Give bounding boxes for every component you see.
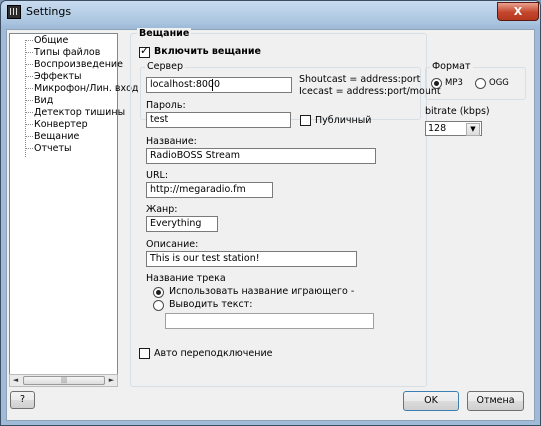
tree-connector (25, 136, 33, 137)
name-input[interactable]: RadioBOSS Stream (146, 148, 376, 164)
app-icon (7, 5, 21, 19)
use-playing-title-radio[interactable] (153, 287, 164, 298)
enable-broadcast-checkbox[interactable] (139, 44, 150, 58)
server-input[interactable]: localhost:8000 (146, 77, 292, 93)
shoutcast-hint: Shoutcast = address:port (299, 74, 421, 85)
genre-input[interactable]: Everything (146, 216, 218, 232)
auto-reconnect-label: Авто переподключение (154, 348, 273, 359)
scroll-left-arrow-icon[interactable]: ◄ (11, 376, 20, 385)
tree-connector (25, 112, 33, 113)
bitrate-select[interactable]: 128 ▼ (425, 121, 482, 136)
format-ogg-label: OGG (489, 78, 509, 88)
sidebar-item-converter[interactable]: Конвертер (34, 119, 88, 131)
sidebar-item-general[interactable]: Общие (34, 35, 68, 47)
tree-connector (25, 88, 33, 89)
custom-text-label: Выводить текст: (169, 299, 253, 310)
title-bar: Settings X (1, 1, 539, 23)
window-title: Settings (26, 5, 72, 18)
format-ogg-radio[interactable] (475, 78, 486, 89)
bitrate-value: 128 (428, 123, 447, 134)
custom-text-radio[interactable] (153, 300, 164, 311)
enable-broadcast-label: Включить вещание (154, 46, 261, 57)
sidebar-item-view[interactable]: Вид (34, 95, 53, 107)
password-label: Пароль: (146, 100, 186, 111)
format-mp3-label: MP3 (445, 78, 463, 88)
chevron-down-icon[interactable]: ▼ (466, 123, 480, 136)
sidebar-item-file-types[interactable]: Типы файлов (34, 47, 100, 59)
track-title-label: Название трека (146, 273, 226, 284)
format-mp3-radio[interactable] (431, 78, 442, 89)
ok-button[interactable]: OK (403, 391, 459, 411)
tree-connector (25, 64, 33, 65)
cancel-button[interactable]: Отмена (467, 391, 524, 411)
sidebar-item-effects[interactable]: Эффекты (34, 71, 82, 83)
description-label: Описание: (146, 239, 199, 250)
help-button[interactable]: ? (10, 391, 35, 409)
sidebar-item-microphone[interactable]: Микрофон/Лин. вход (34, 83, 138, 95)
sidebar-item-playback[interactable]: Воспроизведение (34, 59, 123, 71)
tree-connector (25, 76, 33, 77)
tree-connector (25, 100, 33, 101)
public-label: Публичный (315, 115, 372, 126)
sidebar-item-broadcast[interactable]: Вещание (34, 131, 79, 143)
scroll-right-arrow-icon[interactable]: ► (107, 376, 116, 385)
server-group-title: Сервер (145, 61, 185, 72)
password-input[interactable]: test (146, 112, 291, 128)
tree-connector-line (25, 40, 26, 157)
url-input[interactable]: http://megaradio.fm (146, 182, 273, 198)
settings-tree[interactable]: Общие Типы файлов Воспроизведение Эффект… (9, 33, 138, 375)
sidebar-item-reports[interactable]: Отчеты (34, 143, 72, 155)
name-label: Название: (146, 136, 197, 147)
public-checkbox[interactable] (300, 115, 311, 126)
format-group-title: Формат (430, 61, 473, 72)
sidebar-item-silence-detector[interactable]: Детектор тишины (34, 107, 125, 119)
tree-connector (25, 52, 33, 53)
tree-connector (25, 40, 33, 41)
auto-reconnect-checkbox[interactable] (139, 348, 150, 359)
description-input[interactable]: This is our test station! (146, 251, 357, 267)
genre-label: Жанр: (146, 204, 178, 215)
broadcast-group-title: Вещание (137, 28, 192, 39)
close-button[interactable]: X (497, 2, 539, 21)
text-cursor (212, 79, 213, 91)
bitrate-label: bitrate (kbps) (425, 106, 490, 117)
url-label: URL: (146, 170, 169, 181)
tree-horizontal-scrollbar[interactable]: ◄ ||| ► (9, 374, 118, 387)
use-playing-title-label: Использовать название играющего - (169, 286, 355, 297)
scrollbar-thumb[interactable]: ||| (23, 376, 105, 385)
icecast-hint: Icecast = address:port/mount (299, 86, 441, 97)
tree-connector (25, 148, 33, 149)
tree-connector (25, 124, 33, 125)
custom-text-input[interactable] (165, 313, 374, 329)
